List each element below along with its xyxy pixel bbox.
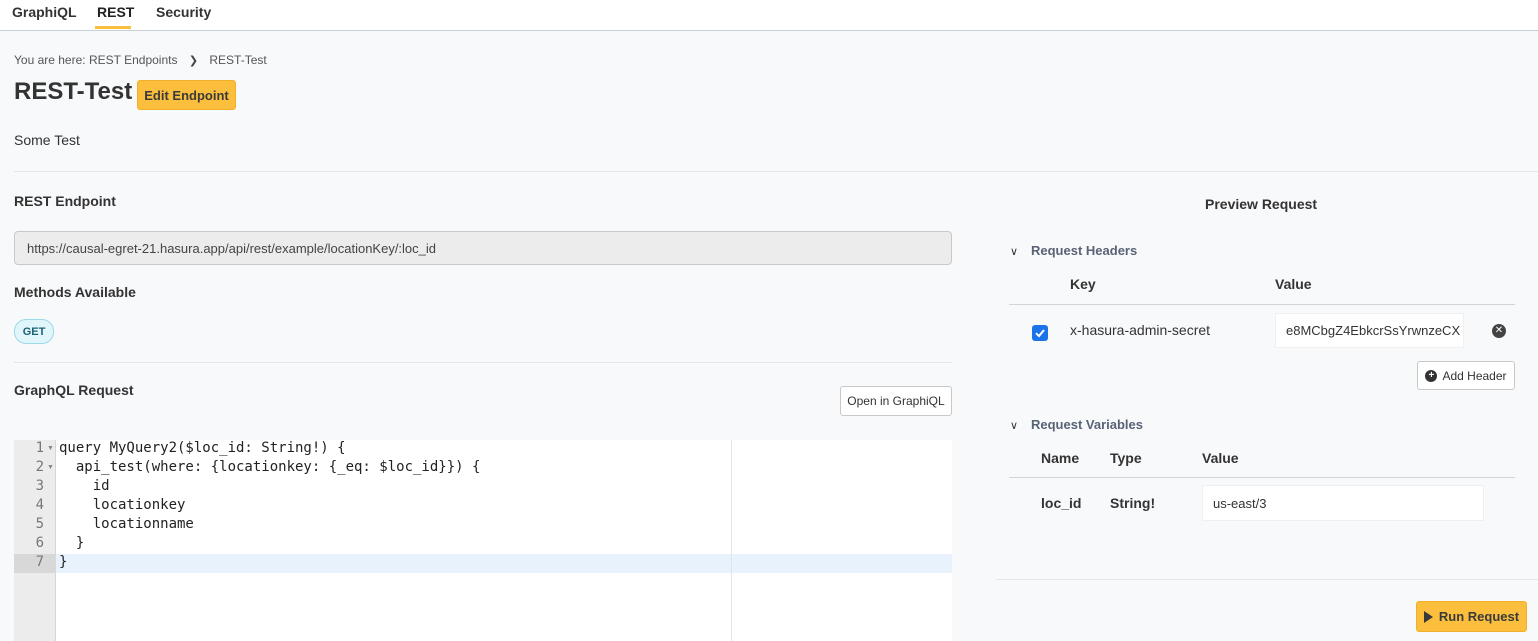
line-number: 5 bbox=[35, 516, 44, 532]
code-line: api_test(where: {locationkey: {_eq: $loc… bbox=[59, 459, 481, 475]
editor-ruler bbox=[731, 440, 732, 641]
divider bbox=[14, 362, 952, 363]
rest-endpoint-label: REST Endpoint bbox=[14, 193, 116, 209]
request-headers-toggle[interactable]: Request Headers bbox=[1031, 243, 1137, 258]
methods-label: Methods Available bbox=[14, 284, 136, 300]
add-header-label: Add Header bbox=[1442, 368, 1507, 383]
tab-rest[interactable]: REST bbox=[97, 4, 134, 20]
line-number: 3 bbox=[35, 478, 44, 494]
fold-arrow-icon[interactable]: ▼ bbox=[47, 445, 54, 452]
line-number: 1 bbox=[35, 440, 44, 456]
request-variables-toggle[interactable]: Request Variables bbox=[1031, 417, 1143, 432]
tab-security[interactable]: Security bbox=[156, 4, 211, 20]
line-number: 7 bbox=[35, 554, 44, 570]
variables-col-type: Type bbox=[1110, 450, 1142, 466]
remove-circle-icon[interactable]: ✕ bbox=[1492, 324, 1506, 338]
fold-arrow-icon[interactable]: ▼ bbox=[47, 464, 54, 471]
graphql-request-label: GraphQL Request bbox=[14, 382, 134, 398]
chevron-down-icon[interactable]: ∨ bbox=[1010, 245, 1018, 258]
plus-circle-icon: + bbox=[1425, 369, 1438, 382]
variable-type: String! bbox=[1110, 495, 1156, 511]
header-enabled-checkbox[interactable] bbox=[1032, 325, 1048, 341]
code-line: } bbox=[59, 535, 85, 551]
header-value-input[interactable]: e8MCbgZ4EbkcrSsYrwnzeCX bbox=[1275, 313, 1464, 348]
breadcrumb-rest-endpoints[interactable]: REST Endpoints bbox=[89, 53, 178, 67]
line-number: 2 bbox=[35, 459, 44, 475]
top-nav: GraphiQL REST Security bbox=[0, 0, 1538, 31]
chevron-right-icon: ❯ bbox=[188, 55, 199, 67]
code-line: locationkey bbox=[59, 497, 186, 513]
preview-request-title: Preview Request bbox=[1205, 196, 1318, 212]
code-line: } bbox=[59, 554, 68, 570]
divider bbox=[1009, 477, 1515, 478]
variables-col-value: Value bbox=[1202, 450, 1239, 466]
headers-col-value: Value bbox=[1275, 276, 1312, 292]
open-in-graphiql-button[interactable]: Open in GraphiQL bbox=[840, 386, 952, 416]
page-title: REST-Test bbox=[14, 78, 133, 105]
check-icon bbox=[1035, 329, 1045, 338]
divider bbox=[1009, 304, 1515, 305]
breadcrumb-prefix: You are here: bbox=[14, 53, 86, 67]
variable-value-input[interactable]: us-east/3 bbox=[1202, 485, 1484, 521]
line-number: 6 bbox=[35, 535, 44, 551]
method-badge-get: GET bbox=[14, 319, 54, 344]
play-icon bbox=[1423, 610, 1433, 623]
endpoint-description: Some Test bbox=[14, 132, 80, 148]
divider bbox=[996, 579, 1538, 580]
run-request-label: Run Request bbox=[1438, 609, 1520, 624]
code-line: query MyQuery2($loc_id: String!) { bbox=[59, 440, 346, 456]
header-key: x-hasura-admin-secret bbox=[1070, 322, 1211, 338]
edit-endpoint-button[interactable]: Edit Endpoint bbox=[137, 80, 236, 110]
graphql-code-editor[interactable]: 1 2 3 4 5 6 7 ▼ ▼ query MyQuery2($loc_id… bbox=[14, 440, 952, 641]
headers-col-key: Key bbox=[1070, 276, 1096, 292]
active-line-highlight bbox=[56, 554, 952, 573]
tab-graphiql[interactable]: GraphiQL bbox=[12, 4, 77, 20]
variable-name: loc_id bbox=[1041, 495, 1082, 511]
divider bbox=[14, 171, 1538, 172]
breadcrumb-current: REST-Test bbox=[209, 53, 267, 67]
breadcrumb: You are here: REST Endpoints ❯ REST-Test bbox=[14, 53, 267, 67]
active-tab-indicator bbox=[95, 26, 131, 29]
code-line: id bbox=[59, 478, 110, 494]
variables-col-name: Name bbox=[1041, 450, 1080, 466]
run-request-button[interactable]: Run Request bbox=[1416, 601, 1527, 632]
endpoint-url-field[interactable]: https://causal-egret-21.hasura.app/api/r… bbox=[14, 231, 952, 265]
add-header-button[interactable]: + Add Header bbox=[1417, 361, 1515, 390]
code-line: locationname bbox=[59, 516, 194, 532]
line-number: 4 bbox=[35, 497, 44, 513]
chevron-down-icon[interactable]: ∨ bbox=[1010, 419, 1018, 432]
